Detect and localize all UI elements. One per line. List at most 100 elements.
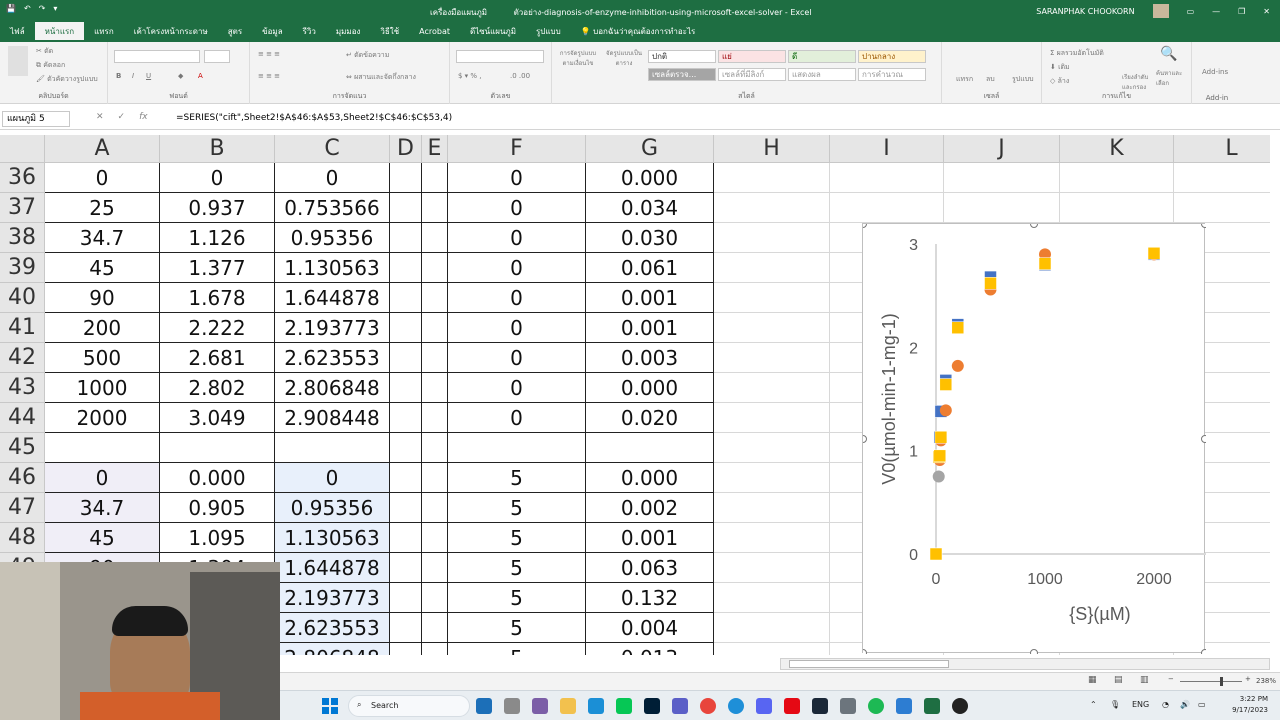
tab-data[interactable]: ข้อมูล <box>252 22 292 42</box>
find-select-button[interactable]: ค้นหาและเลือก <box>1156 68 1190 88</box>
volume-icon[interactable]: 🔊 <box>1180 700 1190 709</box>
cell-c42[interactable]: 2.623553 <box>275 343 390 373</box>
column-header-h[interactable]: H <box>714 135 830 163</box>
cell-f51[interactable]: 5 <box>448 613 586 643</box>
cell-d39[interactable] <box>390 253 422 283</box>
cell-c50[interactable]: 2.193773 <box>275 583 390 613</box>
cell-l36[interactable] <box>1174 163 1270 193</box>
cell-h50[interactable] <box>714 583 830 613</box>
cell-b48[interactable]: 1.095 <box>160 523 275 553</box>
cell-g44[interactable]: 0.020 <box>586 403 714 433</box>
clear-button[interactable]: ◇ ล้าง <box>1050 76 1069 87</box>
cell-d44[interactable] <box>390 403 422 433</box>
tab-acrobat[interactable]: Acrobat <box>409 22 460 42</box>
view-normal-icon[interactable]: ▦ <box>1088 675 1097 685</box>
delete-cells-button[interactable]: ลบ <box>986 74 995 85</box>
cell-d49[interactable] <box>390 553 422 583</box>
row-header[interactable]: 38 <box>0 223 45 253</box>
cell-b46[interactable]: 0.000 <box>160 463 275 493</box>
cell-h38[interactable] <box>714 223 830 253</box>
app-icon-l[interactable] <box>588 698 604 714</box>
view-page-break-icon[interactable]: ▥ <box>1140 675 1149 685</box>
cell-a39[interactable]: 45 <box>45 253 160 283</box>
photoshop-icon[interactable] <box>644 698 660 714</box>
column-header-j[interactable]: J <box>944 135 1060 163</box>
windows-start-icon[interactable] <box>322 698 338 714</box>
cell-h46[interactable] <box>714 463 830 493</box>
cell-f50[interactable]: 5 <box>448 583 586 613</box>
cell-e36[interactable] <box>422 163 448 193</box>
currency-icon[interactable]: $ ▾ % , <box>458 72 482 80</box>
cell-e47[interactable] <box>422 493 448 523</box>
cell-b36[interactable]: 0 <box>160 163 275 193</box>
cell-h49[interactable] <box>714 553 830 583</box>
cell-a46[interactable]: 0 <box>45 463 160 493</box>
cell-c51[interactable]: 2.623553 <box>275 613 390 643</box>
cell-h37[interactable] <box>714 193 830 223</box>
cell-l37[interactable] <box>1174 193 1270 223</box>
cell-f48[interactable]: 5 <box>448 523 586 553</box>
cell-f47[interactable]: 5 <box>448 493 586 523</box>
cell-i37[interactable] <box>830 193 944 223</box>
cell-f37[interactable]: 0 <box>448 193 586 223</box>
format-painter-button[interactable]: 🖌 ตัวคัดวางรูปแบบ <box>36 74 98 85</box>
conditional-formatting-button[interactable]: การจัดรูปแบบตามเงื่อนไข <box>558 48 598 84</box>
column-header-l[interactable]: L <box>1174 135 1270 163</box>
cell-c49[interactable]: 1.644878 <box>275 553 390 583</box>
cell-c44[interactable]: 2.908448 <box>275 403 390 433</box>
tab-file[interactable]: ไฟล์ <box>0 22 35 42</box>
tell-me-search[interactable]: 💡 บอกฉันว่าคุณต้องการทำอะไร <box>571 22 706 42</box>
line-icon[interactable] <box>616 698 632 714</box>
cell-f46[interactable]: 5 <box>448 463 586 493</box>
style-bad[interactable]: แย่ <box>718 50 786 63</box>
cell-h52[interactable] <box>714 643 830 655</box>
autosum-button[interactable]: Σ ผลรวมอัตโนมัติ <box>1050 48 1104 59</box>
cell-c36[interactable]: 0 <box>275 163 390 193</box>
battery-icon[interactable]: ▭ <box>1198 700 1206 709</box>
cell-h43[interactable] <box>714 373 830 403</box>
cell-b37[interactable]: 0.937 <box>160 193 275 223</box>
teams-icon[interactable] <box>672 698 688 714</box>
cell-g38[interactable]: 0.030 <box>586 223 714 253</box>
fill-color-icon[interactable]: ◆ <box>178 72 183 80</box>
style-neutral[interactable]: ปานกลาง <box>858 50 926 63</box>
cell-j37[interactable] <box>944 193 1060 223</box>
cell-e46[interactable] <box>422 463 448 493</box>
cell-f38[interactable]: 0 <box>448 223 586 253</box>
cell-h48[interactable] <box>714 523 830 553</box>
minimize-icon[interactable]: — <box>1212 7 1220 16</box>
wrap-text-button[interactable]: ↵ ตัดข้อความ <box>346 50 389 61</box>
cell-b47[interactable]: 0.905 <box>160 493 275 523</box>
app-icon-5[interactable] <box>952 698 968 714</box>
horizontal-scrollbar[interactable] <box>780 658 1270 670</box>
addins-button[interactable]: Add-ins <box>1202 68 1228 76</box>
cell-d50[interactable] <box>390 583 422 613</box>
italic-button[interactable]: I <box>132 72 134 80</box>
align-top-icon[interactable]: ≡ ≡ ≡ <box>258 50 280 58</box>
app-icon-4[interactable] <box>840 698 856 714</box>
cell-g36[interactable]: 0.000 <box>586 163 714 193</box>
cell-h41[interactable] <box>714 313 830 343</box>
style-good[interactable]: ดี <box>788 50 856 63</box>
cell-h44[interactable] <box>714 403 830 433</box>
column-header-f[interactable]: F <box>448 135 586 163</box>
app-icon-1[interactable] <box>476 698 492 714</box>
cell-c45[interactable] <box>275 433 390 463</box>
cell-a36[interactable]: 0 <box>45 163 160 193</box>
cell-d45[interactable] <box>390 433 422 463</box>
cell-d38[interactable] <box>390 223 422 253</box>
cell-e52[interactable] <box>422 643 448 655</box>
cell-g51[interactable]: 0.004 <box>586 613 714 643</box>
cell-c37[interactable]: 0.753566 <box>275 193 390 223</box>
taskbar-search-box[interactable]: ⌕ Search <box>348 695 470 717</box>
cell-d47[interactable] <box>390 493 422 523</box>
edge-icon[interactable] <box>728 698 744 714</box>
cancel-icon[interactable]: ✕ <box>96 112 104 122</box>
cell-g50[interactable]: 0.132 <box>586 583 714 613</box>
zoom-in-icon[interactable]: + <box>1245 675 1251 683</box>
view-page-layout-icon[interactable]: ▤ <box>1114 675 1123 685</box>
cell-f39[interactable]: 0 <box>448 253 586 283</box>
select-all-corner[interactable] <box>0 135 45 163</box>
customize-qat-icon[interactable]: ▾ <box>53 4 57 13</box>
insert-cells-button[interactable]: แทรก <box>956 74 973 85</box>
